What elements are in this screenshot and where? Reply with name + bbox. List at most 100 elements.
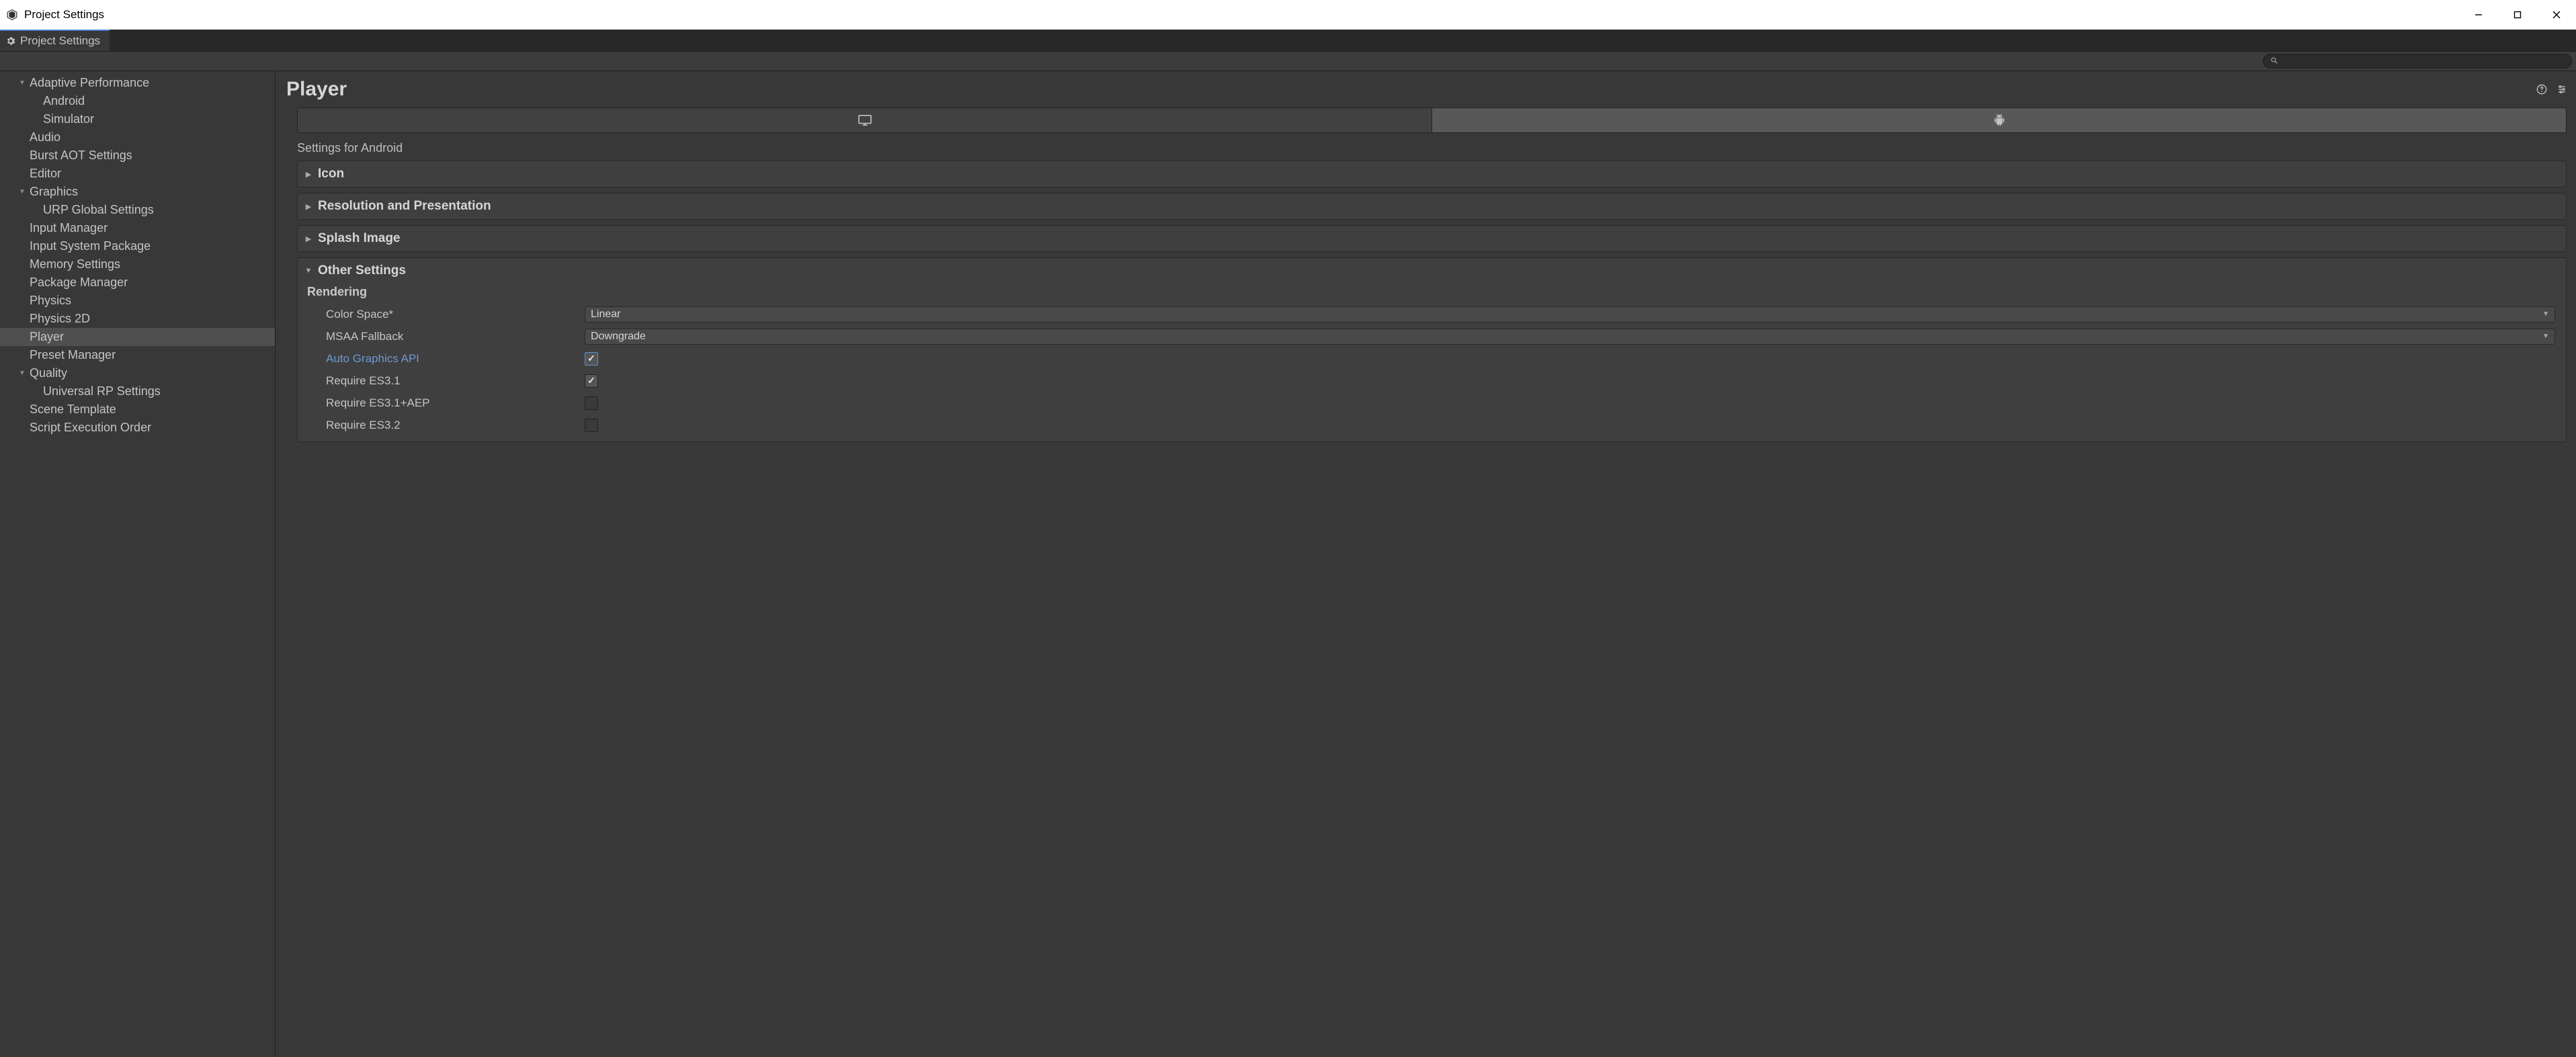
sidebar-item-simulator[interactable]: ▶Simulator xyxy=(0,110,275,128)
sidebar-item-graphics[interactable]: ▼Graphics xyxy=(0,183,275,201)
check-icon: ✓ xyxy=(587,353,595,364)
sidebar-item-adaptive-performance[interactable]: ▼Adaptive Performance xyxy=(0,74,275,92)
dropdown-value: Linear xyxy=(591,308,620,321)
sidebar-item-label: Universal RP Settings xyxy=(40,384,161,398)
sidebar-item-script-execution-order[interactable]: ▶Script Execution Order xyxy=(0,419,275,437)
property-field: ✓ xyxy=(585,419,2558,432)
search-icon xyxy=(2270,56,2278,67)
page-title: Player xyxy=(286,78,347,101)
sidebar-item-label: Memory Settings xyxy=(27,257,120,271)
sidebar-item-label: Audio xyxy=(27,130,60,144)
check-icon: ✓ xyxy=(587,375,595,386)
sidebar-item-urp-global-settings[interactable]: ▶URP Global Settings xyxy=(0,201,275,219)
foldout-title: Resolution and Presentation xyxy=(318,199,491,214)
property-row-require-es3-1: Require ES3.1✓ xyxy=(306,370,2558,392)
sidebar-item-label: Script Execution Order xyxy=(27,421,151,435)
foldout-header[interactable]: ▶ Splash Image xyxy=(298,226,2566,251)
platform-section-label: Settings for Android xyxy=(285,138,2572,161)
chevron-right-icon: ▶ xyxy=(304,235,313,243)
property-field: Downgrade ▼ xyxy=(585,329,2558,345)
close-button[interactable] xyxy=(2537,0,2576,30)
sidebar-item-preset-manager[interactable]: ▶Preset Manager xyxy=(0,346,275,364)
sidebar-item-label: Graphics xyxy=(27,185,78,199)
settings-content: Player Settings for Android ▶ Icon ▶ Resolu… xyxy=(276,71,2576,1057)
subsection-rendering: Rendering xyxy=(306,284,2558,303)
sidebar-item-label: Editor xyxy=(27,167,61,181)
search-input[interactable] xyxy=(2282,56,2565,67)
foldout-header-other-settings[interactable]: ▼ Other Settings xyxy=(298,258,2566,284)
sidebar-item-label: Package Manager xyxy=(27,276,128,290)
dropdown-value: Downgrade xyxy=(591,331,646,343)
foldout-splash-image: ▶ Splash Image xyxy=(297,225,2567,252)
help-icon[interactable] xyxy=(2534,82,2549,97)
sidebar-item-universal-rp-settings[interactable]: ▶Universal RP Settings xyxy=(0,382,275,400)
foldout-title: Splash Image xyxy=(318,231,401,246)
sidebar-item-physics[interactable]: ▶Physics xyxy=(0,292,275,310)
sidebar-item-player[interactable]: ▶Player xyxy=(0,328,275,346)
chevron-down-icon: ▼ xyxy=(2542,310,2549,318)
sidebar-item-input-system-package[interactable]: ▶Input System Package xyxy=(0,237,275,255)
dropdown[interactable]: Linear ▼ xyxy=(585,306,2555,323)
unity-icon xyxy=(5,8,19,22)
window-titlebar: Project Settings xyxy=(0,0,2576,30)
sidebar-item-burst-aot-settings[interactable]: ▶Burst AOT Settings xyxy=(0,146,275,165)
chevron-down-icon[interactable]: ▼ xyxy=(17,79,27,87)
property-row-require-es3-1-aep: Require ES3.1+AEP✓ xyxy=(306,392,2558,414)
chevron-down-icon[interactable]: ▼ xyxy=(17,188,27,196)
platform-tabs xyxy=(297,108,2567,133)
property-label: Require ES3.2 xyxy=(306,419,585,432)
foldout-resolution-and-presentation: ▶ Resolution and Presentation xyxy=(297,193,2567,220)
sidebar-item-label: Input System Package xyxy=(27,239,151,253)
sidebar-item-label: URP Global Settings xyxy=(40,203,154,217)
foldout-header[interactable]: ▶ Icon xyxy=(298,161,2566,187)
sidebar-item-label: Simulator xyxy=(40,112,94,126)
platform-tab-android[interactable] xyxy=(1432,108,2566,132)
sidebar-item-label: Adaptive Performance xyxy=(27,76,149,90)
sidebar-item-scene-template[interactable]: ▶Scene Template xyxy=(0,400,275,419)
window-title: Project Settings xyxy=(24,8,104,22)
property-label: Color Space* xyxy=(306,308,585,321)
chevron-down-icon: ▼ xyxy=(2542,333,2549,340)
sidebar-item-quality[interactable]: ▼Quality xyxy=(0,364,275,382)
property-field: ✓ xyxy=(585,352,2558,366)
sidebar-item-input-manager[interactable]: ▶Input Manager xyxy=(0,219,275,237)
sidebar-item-physics-2d[interactable]: ▶Physics 2D xyxy=(0,310,275,328)
sidebar-item-label: Scene Template xyxy=(27,403,116,417)
chevron-right-icon: ▶ xyxy=(304,170,313,179)
tab-label: Project Settings xyxy=(20,34,100,48)
maximize-button[interactable] xyxy=(2498,0,2537,30)
minimize-button[interactable] xyxy=(2459,0,2498,30)
foldout-icon: ▶ Icon xyxy=(297,161,2567,187)
sidebar-item-package-manager[interactable]: ▶Package Manager xyxy=(0,273,275,292)
sidebar-item-audio[interactable]: ▶Audio xyxy=(0,128,275,146)
checkbox[interactable]: ✓ xyxy=(585,419,598,432)
sidebar-item-label: Quality xyxy=(27,366,67,380)
sidebar-item-label: Android xyxy=(40,94,85,108)
sidebar-item-android[interactable]: ▶Android xyxy=(0,92,275,110)
property-row-msaa-fallback: MSAA Fallback Downgrade ▼ xyxy=(306,325,2558,347)
property-label: Auto Graphics API xyxy=(306,352,585,366)
sidebar-item-label: Player xyxy=(27,330,64,344)
preset-icon[interactable] xyxy=(2554,82,2569,97)
sidebar-item-label: Burst AOT Settings xyxy=(27,149,132,163)
checkbox[interactable]: ✓ xyxy=(585,396,598,410)
checkbox[interactable]: ✓ xyxy=(585,352,598,366)
checkbox[interactable]: ✓ xyxy=(585,374,598,388)
settings-sidebar[interactable]: ▼Adaptive Performance▶Android▶Simulator▶… xyxy=(0,71,276,1057)
tab-project-settings[interactable]: Project Settings xyxy=(0,30,110,51)
sidebar-item-editor[interactable]: ▶Editor xyxy=(0,165,275,183)
dropdown[interactable]: Downgrade ▼ xyxy=(585,329,2555,345)
property-label: MSAA Fallback xyxy=(306,330,585,343)
foldout-header[interactable]: ▶ Resolution and Presentation xyxy=(298,194,2566,219)
chevron-right-icon: ▶ xyxy=(304,202,313,211)
foldout-title: Other Settings xyxy=(318,263,406,278)
sidebar-item-memory-settings[interactable]: ▶Memory Settings xyxy=(0,255,275,273)
platform-tab-standalone[interactable] xyxy=(298,108,1432,132)
chevron-down-icon: ▼ xyxy=(304,267,313,275)
toolbar-row xyxy=(0,51,2576,71)
sidebar-item-label: Preset Manager xyxy=(27,348,116,362)
foldout-title: Icon xyxy=(318,167,344,181)
search-field[interactable] xyxy=(2263,54,2572,69)
gear-icon xyxy=(5,36,16,46)
chevron-down-icon[interactable]: ▼ xyxy=(17,370,27,377)
